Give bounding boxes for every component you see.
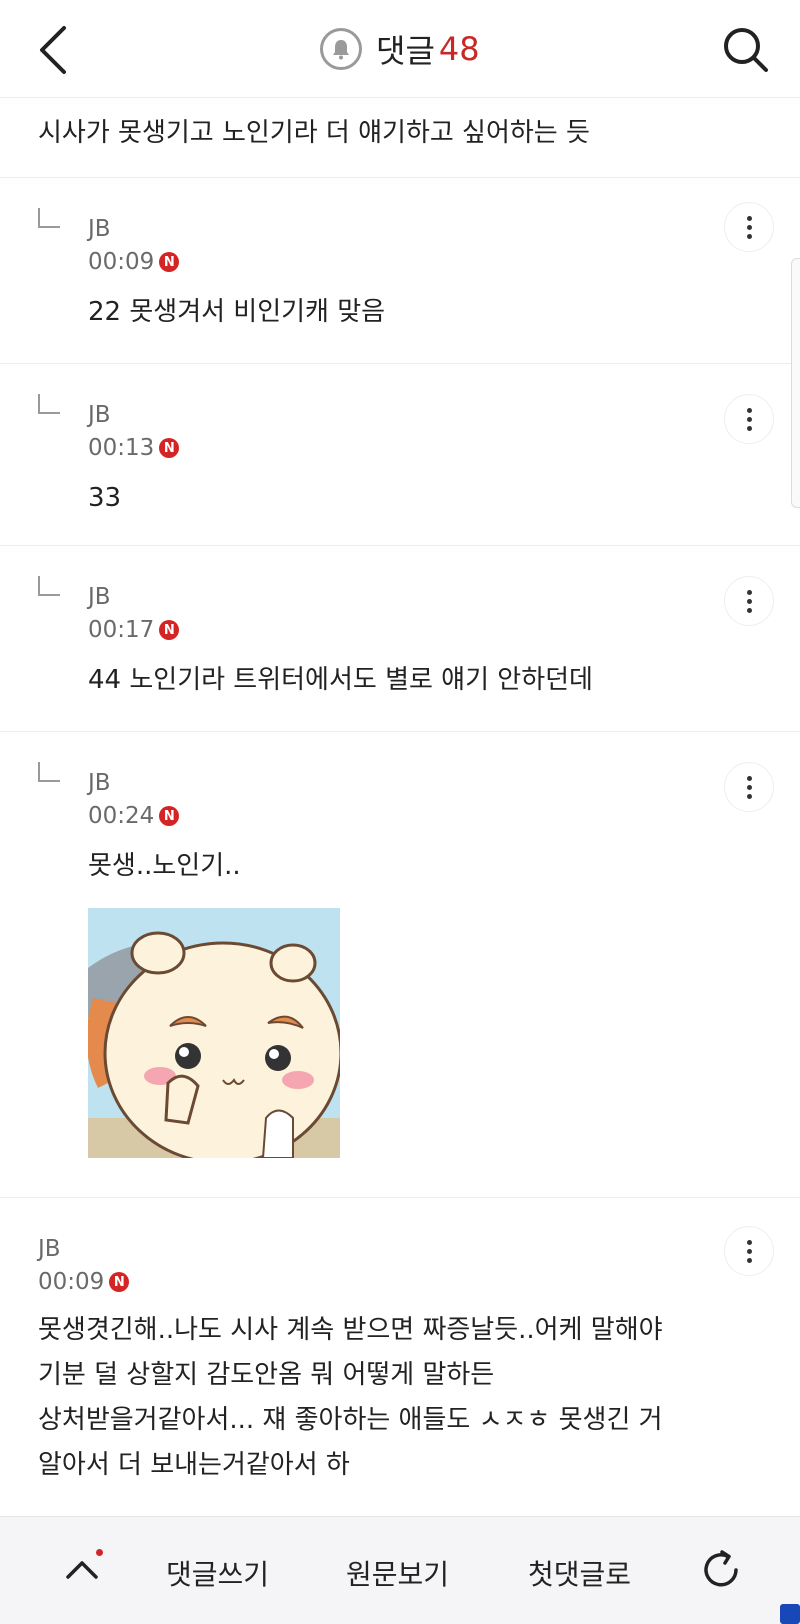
more-options-button[interactable] [724,394,774,444]
page-title: 댓글 [376,32,435,70]
comment-meta: 00:17 N [88,617,180,643]
more-options-button[interactable] [724,762,774,812]
more-vertical-icon [746,774,752,801]
search-icon [724,28,768,72]
refresh-button[interactable] [698,1547,744,1593]
comment-author[interactable]: JB [88,584,111,610]
more-vertical-icon [746,214,752,241]
parent-comment: 시사가 못생기고 노인기라 더 얘기하고 싶어하는 듯 [0,98,800,178]
comment-count: 48 [438,30,480,68]
write-comment-button[interactable]: 댓글쓰기 [166,1553,269,1593]
comment-text: 못생..노인기.. [88,851,241,881]
new-badge: N [159,438,180,458]
comment-meta: 00:09 N [38,1269,130,1295]
comment-author[interactable]: JB [88,216,111,242]
more-options-button[interactable] [724,1226,774,1276]
back-button[interactable] [30,20,80,80]
comment-meta: 00:13 N [88,435,180,461]
comment-line: 기분 덜 상할지 감도안옴 뭐 어떻게 말하든 [38,1360,495,1390]
comment-time: 00:24 [88,803,155,829]
search-button[interactable] [718,22,772,78]
comment-author[interactable]: JB [88,402,111,428]
comment-meta: 00:09 N [88,249,180,275]
comment-meta: 00:24 N [88,803,180,829]
new-badge: N [159,806,180,826]
reply-arrow-icon [38,394,60,414]
more-options-button[interactable] [724,202,774,252]
system-badge-icon [780,1604,800,1624]
reply-comment: JB 00:13 N 33 [0,364,800,546]
comment-line: 못생겻긴해..나도 시사 계속 받으면 짜증날듯..어케 말해야 [38,1315,663,1345]
comment-time: 00:13 [88,435,155,461]
header: 댓글 48 [0,0,800,98]
reply-arrow-icon [38,208,60,228]
more-vertical-icon [746,1238,752,1265]
reply-arrow-icon [38,576,60,596]
comment-author[interactable]: JB [38,1236,61,1262]
comment-line: 상처받을거같아서... 쟤 좋아하는 애들도 ㅅㅈㅎ 못생긴 거 [38,1405,663,1435]
comment-text: 못생겻긴해..나도 시사 계속 받으면 짜증날듯..어케 말해야 기분 덜 상할… [38,1308,663,1488]
notification-dot [96,1549,103,1556]
refresh-icon [704,1550,738,1587]
more-vertical-icon [746,588,752,615]
comment-time: 00:17 [88,617,155,643]
first-comment-button[interactable]: 첫댓글로 [528,1553,631,1593]
comment: JB 00:09 N 못생겻긴해..나도 시사 계속 받으면 짜증날듯..어케 … [0,1198,800,1516]
comment-line: 알아서 더 보내는거같아서 하 [38,1450,350,1480]
comment-text: 시사가 못생기고 노인기라 더 얘기하고 싶어하는 듯 [38,118,590,148]
comment-author[interactable]: JB [88,770,111,796]
bell-icon[interactable] [320,28,362,70]
scrollbar[interactable] [791,258,800,508]
new-badge: N [109,1272,130,1292]
sticker-image[interactable] [88,908,340,1158]
comment-time: 00:09 [88,249,155,275]
more-vertical-icon [746,406,752,433]
comment-text: 22 못생겨서 비인기캐 맞음 [88,297,386,327]
chevron-left-icon [40,26,66,74]
new-badge: N [159,252,180,272]
reply-arrow-icon [38,762,60,782]
comment-text: 44 노인기라 트위터에서도 별로 얘기 안하던데 [88,665,593,695]
view-original-button[interactable]: 원문보기 [346,1553,449,1593]
reply-comment: JB 00:09 N 22 못생겨서 비인기캐 맞음 [0,178,800,364]
more-options-button[interactable] [724,576,774,626]
comment-time: 00:09 [38,1269,105,1295]
header-title-group: 댓글 48 [320,26,480,72]
comment-text: 33 [88,483,122,513]
reply-comment: JB 00:17 N 44 노인기라 트위터에서도 별로 얘기 안하던데 [0,546,800,732]
bottom-toolbar: 댓글쓰기 원문보기 첫댓글로 [0,1516,800,1624]
new-badge: N [159,620,180,640]
